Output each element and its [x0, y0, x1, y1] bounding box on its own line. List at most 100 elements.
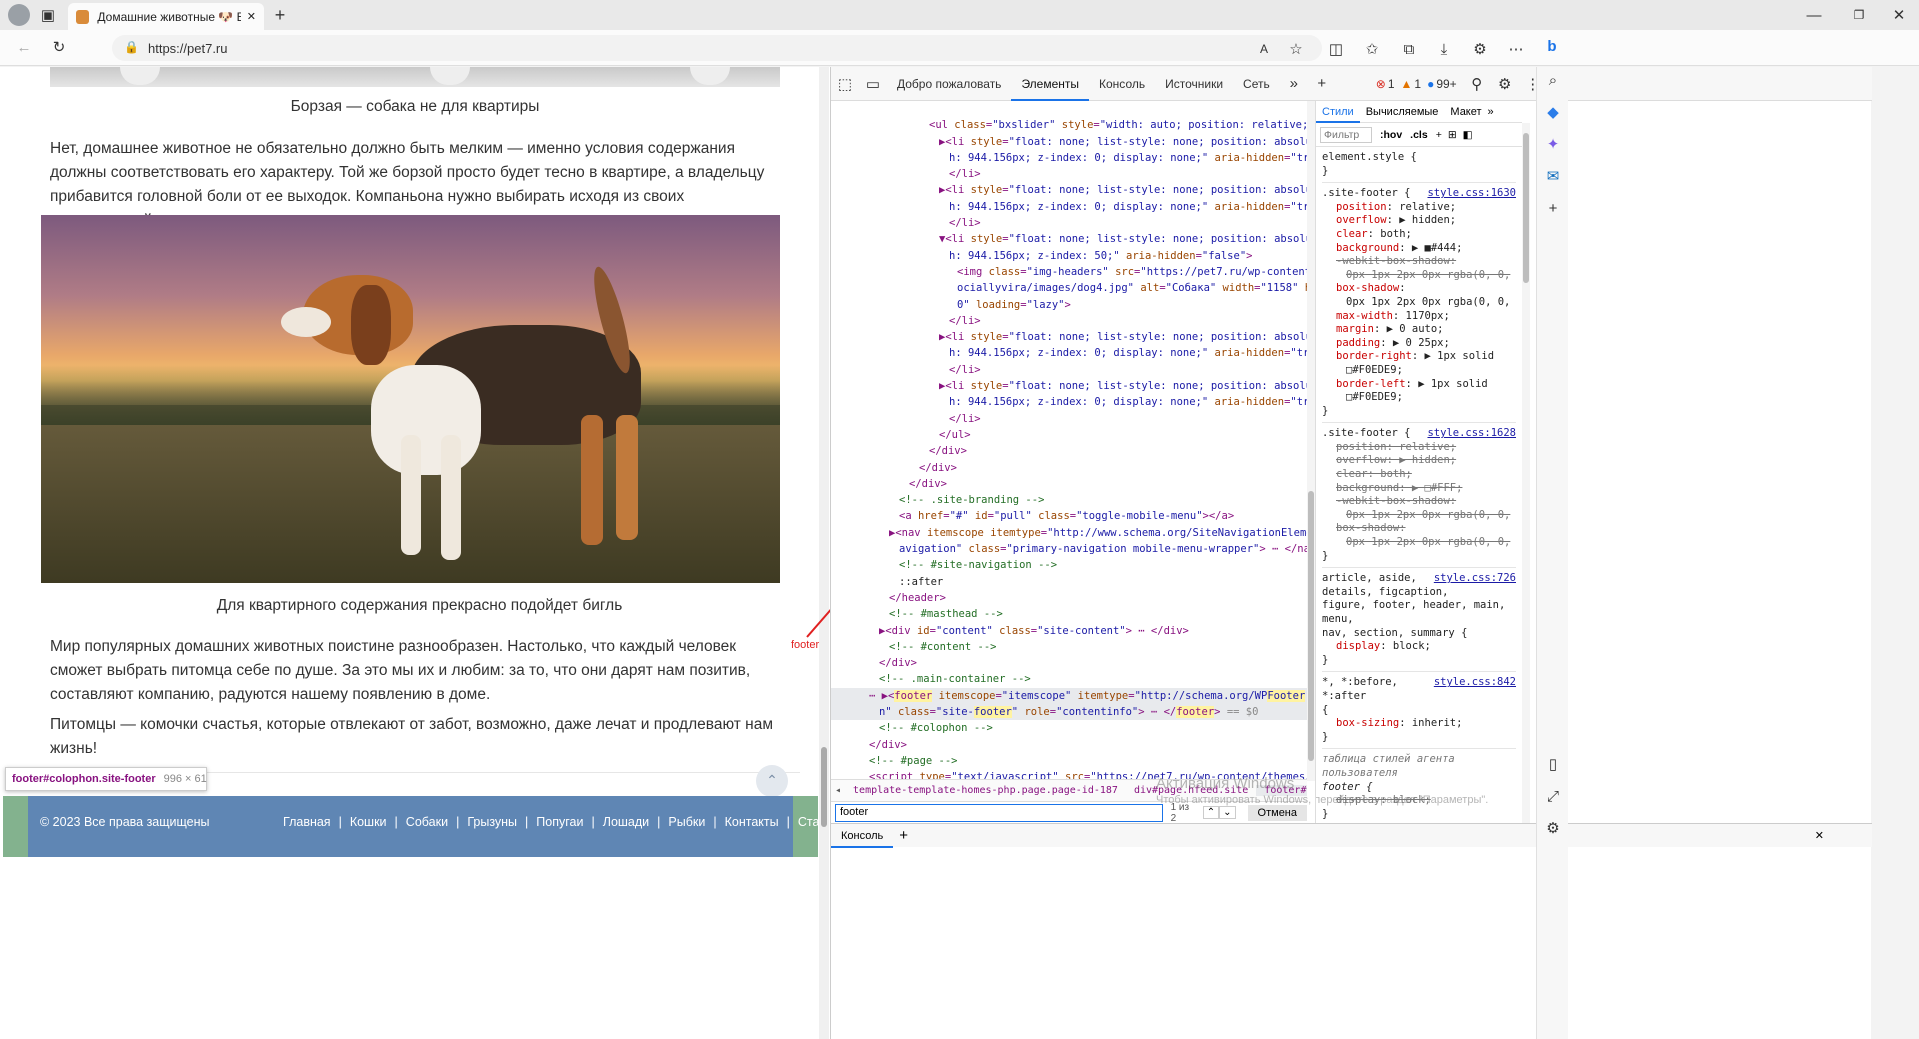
breadcrumb-body[interactable]: template-template-homes-php.page.page-id…: [845, 785, 1126, 796]
warning-count: 1: [1414, 76, 1422, 91]
sidebar-search-icon[interactable]: ⌕: [1539, 67, 1567, 93]
refresh-icon[interactable]: ↻: [45, 34, 73, 60]
minimize-icon[interactable]: —: [1800, 2, 1828, 28]
read-aloud-icon[interactable]: A: [1250, 36, 1278, 62]
sidebar-tag-icon[interactable]: ◆: [1539, 99, 1567, 125]
footer-link-home[interactable]: Главная: [283, 815, 331, 829]
sidebar-settings-icon[interactable]: ⚙: [1539, 815, 1567, 841]
sidebar-outlook-icon[interactable]: ✉: [1539, 163, 1567, 189]
info-count: 99+: [1436, 76, 1457, 91]
tab-welcome[interactable]: Добро пожаловать: [887, 67, 1011, 101]
more-menu-icon[interactable]: ⋯: [1502, 36, 1530, 62]
footer-padding-left: [3, 796, 28, 857]
favorite-star-icon[interactable]: ☆: [1282, 36, 1310, 62]
extensions-icon[interactable]: ⚙: [1466, 36, 1494, 62]
settings-gear-icon[interactable]: ⚙: [1491, 71, 1519, 97]
profile-avatar[interactable]: [8, 4, 30, 26]
site-footer: © 2023 Все права защищены Главная | Кошки…: [3, 796, 838, 857]
footer-nav: Главная | Кошки | Собаки | Грызуны | Попугаи…: [283, 815, 838, 829]
sidebar-add-icon[interactable]: +: [1539, 195, 1567, 221]
tab-actions-icon[interactable]: ▣: [34, 2, 62, 28]
drawer-add-icon[interactable]: +: [893, 827, 914, 844]
error-count: 1: [1387, 76, 1395, 91]
footer-link-horses[interactable]: Лошади: [603, 815, 649, 829]
tab-sources[interactable]: Источники: [1155, 67, 1233, 101]
footer-link-cats[interactable]: Кошки: [350, 815, 387, 829]
address-bar[interactable]: 🔒 https://pet7.ru: [112, 35, 1322, 61]
footer-link-contacts[interactable]: Контакты: [725, 815, 779, 829]
sidebar-toggle-icon[interactable]: ◧: [1463, 129, 1473, 141]
footer-copyright: © 2023 Все права защищены: [40, 815, 210, 829]
active-tab[interactable]: Домашние животные 🐶 Все п ✕: [68, 3, 264, 30]
styles-scrollbar[interactable]: [1522, 123, 1530, 823]
tooltip-selector: footer#colophon.site-footer: [12, 773, 156, 785]
windows-watermark-title: Активация Windows: [1156, 775, 1295, 792]
dom-search-input[interactable]: footer: [835, 803, 1163, 822]
dom-scrollbar[interactable]: [1307, 101, 1315, 781]
cls-toggle[interactable]: .cls: [1410, 129, 1428, 141]
computed-tab[interactable]: Вычисляемые: [1360, 106, 1445, 118]
beagle-image: [41, 215, 780, 583]
beagle-caption: Для квартирного содержания прекрасно под…: [216, 597, 623, 614]
split-screen-icon[interactable]: ◫: [1322, 36, 1350, 62]
close-window-icon[interactable]: ✕: [1885, 2, 1913, 28]
styles-more-icon[interactable]: »: [1488, 106, 1494, 118]
sidebar-expand-icon[interactable]: ⤢: [1539, 783, 1567, 809]
tab-title: Домашние животные 🐶 Все п: [97, 9, 241, 24]
borzoi-image: [50, 67, 780, 87]
more-tabs-icon[interactable]: »: [1280, 71, 1308, 97]
add-tab-icon[interactable]: +: [1308, 71, 1336, 97]
drawer-bar: Консоль + ✕: [831, 823, 1872, 848]
footer-link-rodents[interactable]: Грызуны: [467, 815, 517, 829]
dom-tree[interactable]: <ul class="bxslider" style="width: auto;…: [831, 101, 1307, 781]
close-tab-icon[interactable]: ✕: [247, 10, 256, 23]
tab-elements[interactable]: Элементы: [1011, 67, 1090, 101]
devtools-panel: ⬚ ▭ Добро пожаловать Элементы Консоль Ис…: [830, 67, 1872, 1039]
edge-sidebar: ⌕ ◆ ✦ ✉ + ▯ ⤢ ⚙: [1536, 67, 1568, 1039]
footer-link-parrots[interactable]: Попугаи: [536, 815, 583, 829]
collections-icon[interactable]: ⧉: [1395, 36, 1423, 62]
new-rule-icon[interactable]: +: [1436, 129, 1442, 141]
favicon-icon: [76, 9, 90, 24]
inspector-tooltip: footer#colophon.site-footer 996 × 61: [5, 767, 207, 791]
footer-link-fish[interactable]: Рыбки: [668, 815, 705, 829]
layout-tab[interactable]: Макет: [1444, 106, 1487, 118]
style-rules[interactable]: element.style {} style.css:1630 .site-foo…: [1316, 147, 1522, 823]
drawer-tab-console[interactable]: Консоль: [831, 824, 894, 848]
device-toolbar-icon[interactable]: ▭: [859, 71, 887, 97]
sidebar-copilot-icon[interactable]: ✦: [1539, 131, 1567, 157]
favorites-icon[interactable]: ✩: [1358, 36, 1386, 62]
hov-toggle[interactable]: :hov: [1380, 129, 1402, 141]
paragraph-3: Питомцы — комочки счастья, которые отвле…: [50, 716, 773, 757]
scroll-top-button[interactable]: ⌃: [756, 765, 788, 797]
borzoi-caption: Борзая — собака не для квартиры: [290, 98, 540, 115]
downloads-icon[interactable]: ⤓: [1430, 36, 1458, 62]
lock-icon: 🔒: [124, 40, 139, 54]
footer-link-dogs[interactable]: Собаки: [406, 815, 448, 829]
paint-icon[interactable]: ⊞: [1448, 129, 1457, 141]
search-prev-icon[interactable]: ⌃: [1202, 806, 1220, 819]
new-tab-button[interactable]: +: [266, 2, 294, 28]
styles-filter-input[interactable]: Фильтр: [1320, 126, 1372, 143]
devtools-toolbar: ⬚ ▭ Добро пожаловать Элементы Консоль Ис…: [831, 67, 1872, 101]
cancel-search-button[interactable]: Отмена: [1247, 804, 1307, 821]
search-next-icon[interactable]: ⌄: [1219, 806, 1236, 819]
sidebar-panel-icon[interactable]: ▯: [1539, 751, 1567, 777]
inspect-element-icon[interactable]: ⬚: [831, 71, 859, 97]
selected-footer-node[interactable]: ⋯ ▶<footer itemscope="itemscope" itemtyp…: [831, 687, 1307, 704]
annotation-label: footer: [791, 639, 820, 651]
styles-tab[interactable]: Стили: [1316, 101, 1360, 123]
tab-console[interactable]: Консоль: [1089, 67, 1155, 101]
warning-icon[interactable]: ▲: [1401, 77, 1413, 91]
page-scrollbar[interactable]: [819, 67, 829, 1039]
paragraph-2: Мир популярных домашних животных поистин…: [50, 638, 751, 703]
customize-icon[interactable]: ⚲: [1463, 71, 1491, 97]
drawer-close-icon[interactable]: ✕: [1815, 829, 1824, 842]
restore-icon[interactable]: ❐: [1845, 2, 1873, 28]
tooltip-size: 996 × 61: [163, 773, 207, 785]
error-icon[interactable]: ⊗: [1376, 77, 1386, 91]
info-icon[interactable]: ●: [1427, 77, 1434, 91]
tab-network[interactable]: Сеть: [1233, 67, 1280, 101]
back-icon[interactable]: ←: [10, 34, 38, 60]
bing-copilot-icon[interactable]: b: [1538, 33, 1566, 59]
